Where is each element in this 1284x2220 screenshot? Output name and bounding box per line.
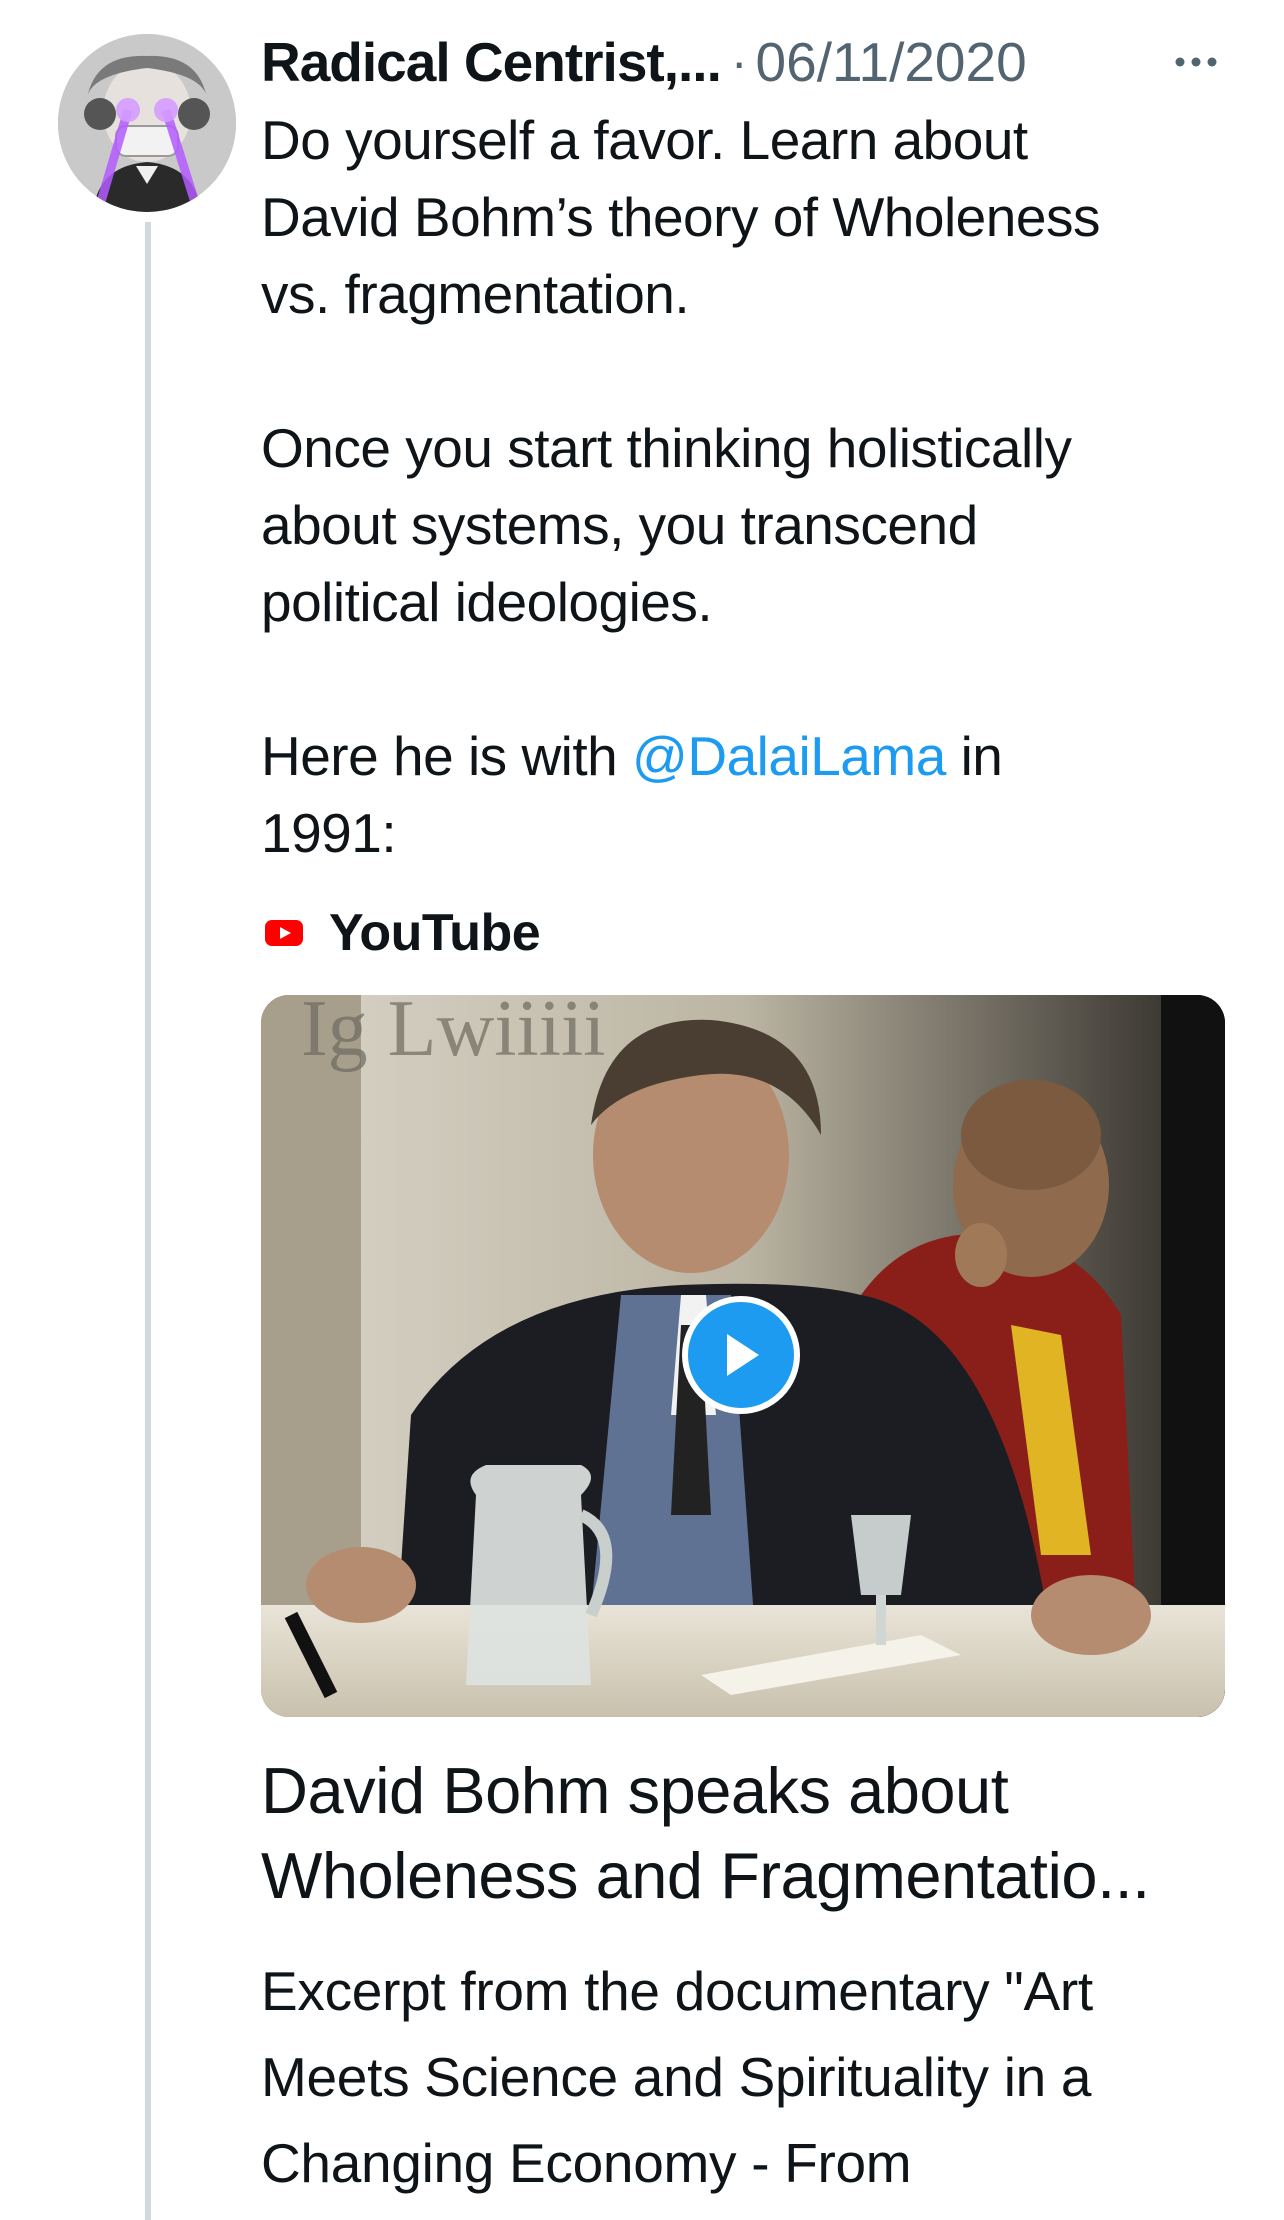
tweet-text-body: Do yourself a favor. Learn about David B…	[261, 109, 1100, 787]
svg-text:Ig Lwiiiii: Ig Lwiiiii	[301, 995, 605, 1073]
play-button[interactable]	[682, 1296, 800, 1414]
card-title-line: Wholeness and Fragmentatio...	[261, 1839, 1150, 1912]
youtube-icon	[265, 920, 303, 946]
header-separator: ·	[730, 34, 748, 90]
card-title-line: David Bohm speaks about	[261, 1754, 1009, 1827]
more-horizontal-icon	[1175, 57, 1217, 67]
card-description-line: Meets Science and Spirituality in a	[261, 2046, 1092, 2108]
thread-connector-line	[145, 222, 151, 2220]
tweet-header: Radical Centrist,... · 06/11/2020	[261, 26, 1027, 98]
tweet-date[interactable]: 06/11/2020	[756, 30, 1027, 94]
author-avatar[interactable]	[58, 34, 236, 212]
card-description-line: Excerpt from the documentary "Art	[261, 1960, 1093, 2022]
card-source: YouTube	[265, 898, 541, 968]
tweet-text: Do yourself a favor. Learn about David B…	[261, 102, 1251, 872]
card-description-line: Changing Economy - From	[261, 2132, 912, 2194]
mention-link[interactable]: @DalaiLama	[632, 725, 946, 787]
card-source-name: YouTube	[329, 904, 541, 962]
author-name[interactable]: Radical Centrist,...	[261, 30, 722, 94]
play-icon	[727, 1334, 759, 1376]
card-description: Excerpt from the documentary "Art Meets …	[261, 1948, 1251, 2206]
more-options-button[interactable]	[1168, 40, 1224, 84]
avatar-image	[58, 34, 236, 212]
card-title[interactable]: David Bohm speaks about Wholeness and Fr…	[261, 1748, 1251, 1918]
